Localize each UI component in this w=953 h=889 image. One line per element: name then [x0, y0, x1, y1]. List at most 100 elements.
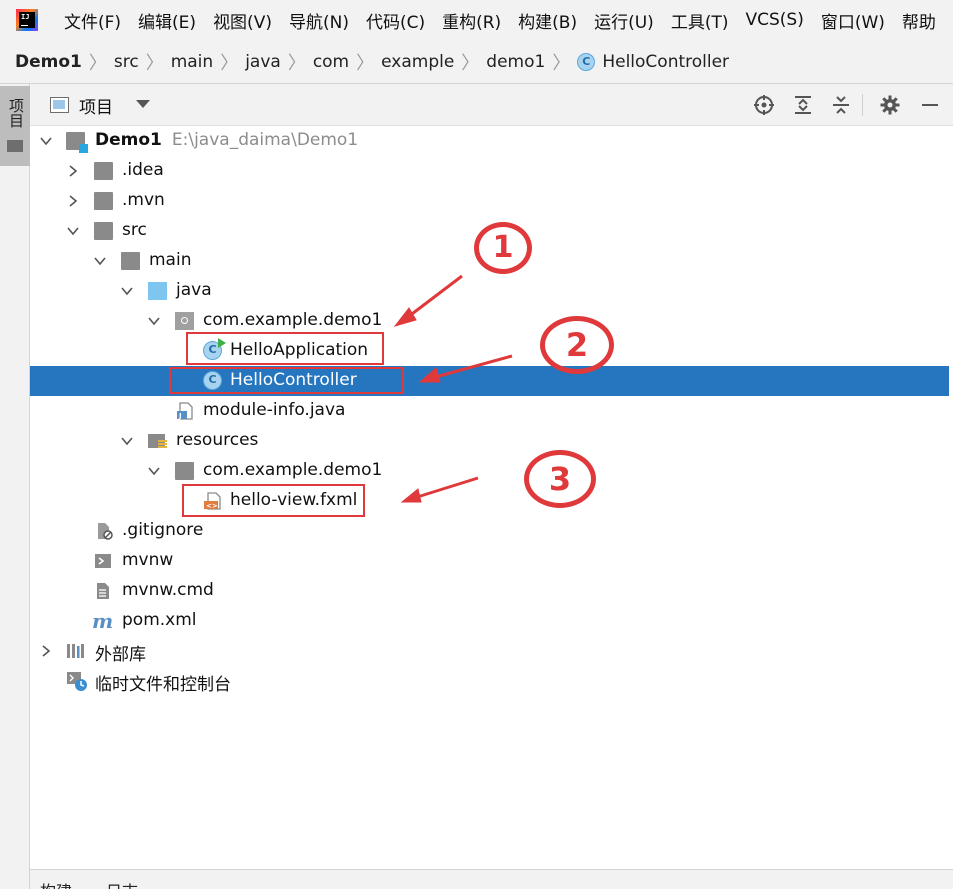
java-file-icon: J — [177, 402, 193, 420]
menu-help[interactable]: 帮助 — [902, 8, 936, 33]
tree-label-pom: pom.xml — [122, 610, 197, 630]
highlight-box-hellocontroller — [169, 367, 404, 394]
module-folder-icon — [66, 132, 88, 153]
chevron-down-icon[interactable] — [121, 435, 133, 447]
tree-row-scratches[interactable]: 临时文件和控制台 — [30, 666, 949, 696]
breadcrumb-item-com[interactable]: com — [313, 52, 349, 72]
chevron-right-icon[interactable] — [67, 195, 79, 207]
breadcrumb-item-src[interactable]: src — [114, 52, 139, 72]
tree-row-hellocontroller[interactable]: C HelloController — [30, 366, 949, 396]
source-folder-icon — [148, 282, 167, 300]
breadcrumb-separator: 〉 — [356, 52, 375, 74]
breadcrumb-item-demo1-pkg[interactable]: demo1 — [486, 52, 545, 72]
project-panel-header: 项目 — [30, 84, 953, 126]
chevron-down-icon[interactable] — [40, 135, 52, 147]
menu-navigate[interactable]: 导航(N) — [289, 8, 349, 33]
breadcrumb-item-main[interactable]: main — [171, 52, 213, 72]
collapse-all-icon[interactable] — [830, 94, 852, 116]
menu-tools[interactable]: 工具(T) — [671, 8, 729, 33]
tree-label-java: java — [176, 280, 212, 300]
tree-row-demo1[interactable]: Demo1 E:\java_daima\Demo1 — [30, 126, 949, 156]
tree-row-helloapplication[interactable]: C HelloApplication — [30, 336, 949, 366]
breadcrumb-item-demo1[interactable]: Demo1 — [15, 52, 82, 72]
tree-row-mvnw-cmd[interactable]: mvnw.cmd — [30, 576, 949, 606]
tree-label-package-resources: com.example.demo1 — [203, 460, 383, 480]
tree-row-resources[interactable]: resources — [30, 426, 949, 456]
highlight-box-helloapplication — [186, 332, 384, 365]
annotation-marker-2: ②2 — [540, 316, 614, 374]
header-divider — [862, 94, 863, 116]
bottom-tool-bar: 构建 日志 — [30, 869, 953, 889]
resources-folder-icon — [148, 434, 167, 448]
expand-all-icon[interactable] — [792, 94, 814, 116]
maven-icon: m — [92, 609, 114, 633]
log-tab[interactable]: 日志 — [106, 878, 138, 889]
project-view-title[interactable]: 项目 — [79, 93, 113, 118]
breadcrumb-item-example[interactable]: example — [381, 52, 454, 72]
breadcrumb-separator: 〉 — [552, 52, 571, 74]
menu-view[interactable]: 视图(V) — [213, 8, 272, 33]
tree-label-mvnw: mvnw — [122, 550, 174, 570]
scratches-console-icon — [67, 672, 87, 691]
menu-run[interactable]: 运行(U) — [594, 8, 654, 33]
menu-refactor[interactable]: 重构(R) — [442, 8, 501, 33]
tree-label-scratches: 临时文件和控制台 — [95, 675, 231, 695]
project-tool-label: 项目 — [7, 98, 25, 128]
menu-file[interactable]: 文件(F) — [64, 8, 121, 33]
breadcrumb-item-hellocontroller[interactable]: C HelloController — [577, 52, 729, 72]
tree-label-resources: resources — [176, 430, 259, 450]
tree-row-package-java[interactable]: com.example.demo1 — [30, 306, 949, 336]
tree-row-mvnw[interactable]: mvnw — [30, 546, 949, 576]
breadcrumb: Demo1 〉 src 〉 main 〉 java 〉 com 〉 exampl… — [0, 40, 953, 84]
folder-icon — [175, 462, 194, 480]
project-path: E:\java_daima\Demo1 — [171, 130, 359, 150]
menu-code[interactable]: 代码(C) — [366, 8, 425, 33]
tree-label-external-libraries: 外部库 — [95, 645, 146, 665]
tree-label-main: main — [149, 250, 192, 270]
folder-icon — [94, 162, 113, 180]
minimize-icon[interactable] — [919, 94, 941, 116]
tree-row-package-resources[interactable]: com.example.demo1 — [30, 456, 949, 486]
chevron-down-icon[interactable] — [148, 465, 160, 477]
tree-row-mvn[interactable]: .mvn — [30, 186, 949, 216]
folder-icon — [121, 252, 140, 270]
menu-vcs[interactable]: VCS(S) — [745, 10, 803, 30]
chevron-down-icon[interactable] — [121, 285, 133, 297]
tree-label-mvnw-cmd: mvnw.cmd — [122, 580, 214, 600]
menu-bar: IJ 文件(F) 编辑(E) 视图(V) 导航(N) 代码(C) 重构(R) 构… — [0, 0, 953, 40]
chevron-down-icon[interactable] — [94, 255, 106, 267]
intellij-logo-icon: IJ — [16, 9, 38, 31]
tree-label-module-info: module-info.java — [203, 400, 346, 420]
tree-row-module-info[interactable]: J module-info.java — [30, 396, 949, 426]
breadcrumb-item-java[interactable]: java — [245, 52, 281, 72]
folder-icon — [94, 222, 113, 240]
menu-edit[interactable]: 编辑(E) — [138, 8, 196, 33]
chevron-right-icon[interactable] — [67, 165, 79, 177]
settings-gear-icon[interactable] — [879, 94, 901, 116]
project-panel: 项目 Demo1 E:\java_daima\Demo1 .idea .mvn … — [30, 84, 953, 889]
tree-row-idea[interactable]: .idea — [30, 156, 949, 186]
chevron-down-icon[interactable] — [67, 225, 79, 237]
tool-window-stripe: 项目 — [0, 84, 30, 889]
tree-row-gitignore[interactable]: .gitignore — [30, 516, 949, 546]
tree-row-java[interactable]: java — [30, 276, 949, 306]
folder-icon — [7, 140, 23, 152]
locate-icon[interactable] — [753, 94, 775, 116]
menu-build[interactable]: 构建(B) — [518, 8, 577, 33]
tree-label-gitignore: .gitignore — [122, 520, 204, 540]
tree-row-hello-view[interactable]: <> hello-view.fxml — [30, 486, 949, 516]
annotation-marker-3: ③3 — [524, 450, 596, 508]
package-icon — [175, 312, 194, 330]
library-icon — [67, 644, 84, 658]
chevron-right-icon[interactable] — [40, 645, 52, 657]
chevron-down-icon[interactable] — [136, 100, 150, 108]
menu-window[interactable]: 窗口(W) — [821, 8, 885, 33]
folder-icon — [94, 192, 113, 210]
tree-label-src: src — [122, 220, 147, 240]
tree-row-pom[interactable]: m pom.xml — [30, 606, 949, 636]
svg-text:J: J — [178, 412, 182, 420]
project-tool-button[interactable]: 项目 — [0, 86, 30, 166]
build-tab[interactable]: 构建 — [40, 878, 72, 889]
chevron-down-icon[interactable] — [148, 315, 160, 327]
tree-row-external-libraries[interactable]: 外部库 — [30, 636, 949, 666]
